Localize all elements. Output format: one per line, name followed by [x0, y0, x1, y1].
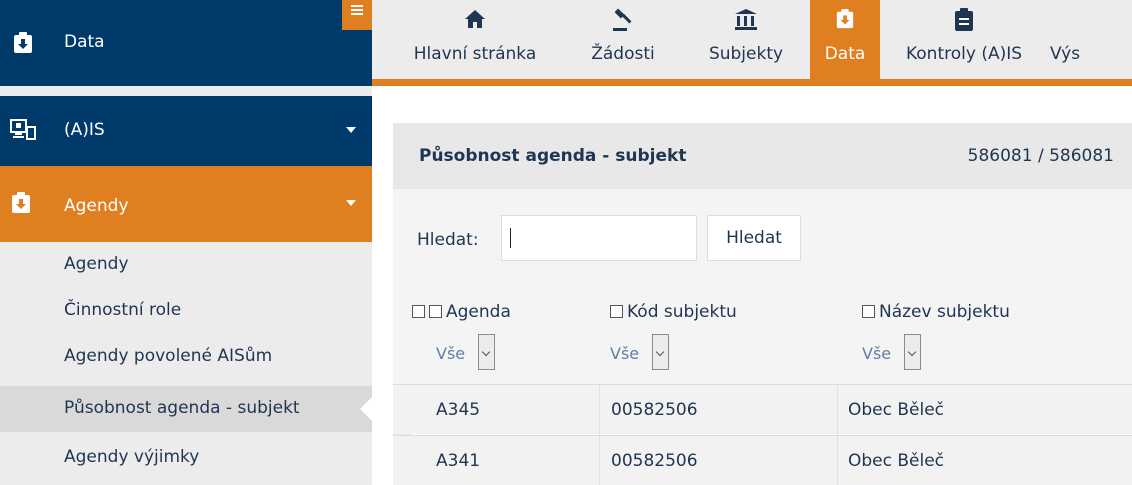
column-checkbox[interactable] — [862, 305, 875, 318]
search-label: Hledat: — [417, 230, 479, 250]
list-icon — [351, 5, 363, 7]
record-count: 586081 / 586081 — [967, 146, 1114, 166]
filter-agenda[interactable]: Vše — [436, 334, 500, 370]
gavel-icon — [574, 8, 672, 32]
cell-agenda: A341 — [436, 451, 481, 471]
chevron-down-icon[interactable] — [478, 334, 495, 370]
sidebar-section-agendy[interactable]: Agendy — [0, 166, 372, 242]
sidebar-item-agendy[interactable]: Agendy — [0, 242, 372, 288]
sidebar-item-agendy-vyjimky[interactable]: Agendy výjimky — [0, 435, 372, 481]
text-cursor — [510, 228, 511, 248]
tab-kontroly-ais[interactable]: Kontroly (A)IS — [892, 0, 1036, 79]
column-checkbox[interactable] — [429, 305, 442, 318]
chevron-down-icon[interactable] — [652, 334, 669, 370]
clipboard-check-icon — [892, 8, 1036, 32]
filter-kod-subjektu[interactable]: Vše — [610, 334, 674, 370]
cell-kod-subjektu: 00582506 — [611, 400, 698, 420]
chevron-down-icon[interactable] — [904, 334, 921, 370]
search-input[interactable] — [501, 215, 697, 261]
tab-subjekty[interactable]: Subjekty — [696, 0, 796, 79]
tab-vys[interactable]: Výs — [1048, 0, 1132, 79]
panel-header: Působnost agenda - subjekt 586081 / 5860… — [393, 123, 1132, 189]
cell-kod-subjektu: 00582506 — [611, 451, 698, 471]
cell-nazev-subjektu: Obec Běleč — [848, 400, 945, 420]
institution-icon — [696, 8, 796, 32]
select-all-checkbox[interactable] — [412, 305, 425, 318]
sidebar-brand: Data — [0, 0, 372, 86]
monitor-network-icon — [10, 118, 36, 146]
clipboard-download-icon — [12, 32, 34, 58]
search-button[interactable]: Hledat — [707, 215, 801, 261]
cell-nazev-subjektu: Obec Běleč — [848, 451, 945, 471]
sidebar-section-label: Agendy — [64, 196, 129, 216]
brand-label: Data — [64, 32, 105, 52]
column-header-agenda[interactable]: Agenda — [412, 302, 511, 322]
home-icon — [386, 8, 564, 32]
column-header-kod-subjektu[interactable]: Kód subjektu — [610, 302, 737, 322]
column-checkbox[interactable] — [610, 305, 623, 318]
sidebar-section-ais[interactable]: (A)IS — [0, 96, 372, 166]
sidebar: Data (A)IS Agendy Agendy Činnostní role … — [0, 0, 372, 485]
column-header-nazev-subjektu[interactable]: Název subjektu — [862, 302, 1010, 322]
sidebar-item-agendy-povolene-aisum[interactable]: Agendy povolené AISům — [0, 334, 372, 380]
tab-zadosti[interactable]: Žádosti — [574, 0, 672, 79]
top-navigation: Hlavní stránka Žádosti Subjekty Data Kon… — [372, 0, 1132, 86]
caret-down-icon — [346, 127, 356, 133]
sidebar-item-cinnostni-role[interactable]: Činnostní role — [0, 288, 372, 334]
table-row[interactable]: A345 00582506 Obec Běleč — [393, 384, 1132, 435]
cell-agenda: A345 — [436, 400, 481, 420]
sidebar-section-label: (A)IS — [64, 120, 105, 140]
clipboard-download-icon — [10, 192, 32, 218]
filter-nazev-subjektu[interactable]: Vše — [862, 334, 926, 370]
caret-down-icon — [346, 200, 356, 206]
clipboard-download-icon — [810, 8, 880, 32]
table-row[interactable]: A341 00582506 Obec Běleč — [393, 435, 1132, 485]
menu-toggle-button[interactable] — [342, 0, 372, 30]
page-title: Působnost agenda - subjekt — [419, 146, 687, 166]
tab-hlavni-stranka[interactable]: Hlavní stránka — [386, 0, 564, 79]
sidebar-item-pusobnost-agenda-subjekt[interactable]: Působnost agenda - subjekt — [0, 386, 372, 432]
tab-data[interactable]: Data — [810, 0, 880, 79]
